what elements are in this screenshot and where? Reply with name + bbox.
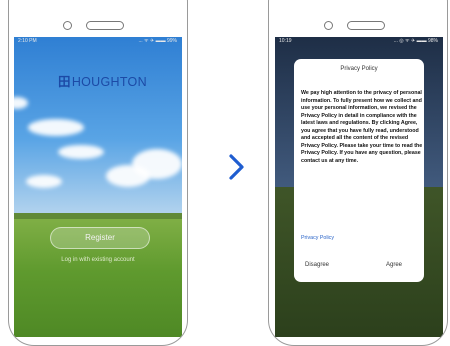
agree-button[interactable]: Agree	[386, 262, 402, 268]
phone-frame-right: 10:19 ... ◎ ᯤ ✈ ▬▬ 98% Privacy Policy We…	[268, 0, 448, 346]
logo-text: HOUGHTON	[71, 75, 147, 89]
earpiece-speaker	[86, 21, 124, 30]
status-time: 10:19	[279, 38, 292, 44]
login-link[interactable]: Log in with existing account	[14, 257, 182, 263]
status-bar: 2:10 PM ... ᯤ ✈ ▬▬ 99%	[14, 37, 182, 46]
privacy-policy-link[interactable]: Privacy Policy	[301, 235, 334, 241]
status-icons: ... ◎ ᯤ ✈ ▬▬ 98%	[393, 38, 438, 44]
privacy-policy-dialog: Privacy Policy We pay high attention to …	[294, 59, 424, 282]
welcome-screen: 2:10 PM ... ᯤ ✈ ▬▬ 99% 田HOUGHTON Registe…	[14, 37, 182, 337]
register-button[interactable]: Register	[50, 227, 150, 249]
cloud	[58, 145, 104, 159]
front-camera	[63, 21, 72, 30]
dialog-title: Privacy Policy	[340, 66, 378, 72]
cloud	[28, 119, 84, 136]
dialog-body-text: We pay high attention to the privacy of …	[301, 90, 423, 164]
logo-mark-icon: 田	[58, 75, 71, 89]
cloud	[106, 165, 150, 187]
front-camera	[324, 21, 333, 30]
phone-frame-left: 2:10 PM ... ᯤ ✈ ▬▬ 99% 田HOUGHTON Registe…	[8, 0, 188, 346]
privacy-screen: 10:19 ... ◎ ᯤ ✈ ▬▬ 98% Privacy Policy We…	[275, 37, 443, 337]
chevron-right-icon	[229, 154, 244, 180]
status-time: 2:10 PM	[18, 38, 37, 44]
status-icons: ... ᯤ ✈ ▬▬ 99%	[138, 38, 178, 44]
brand-logo: 田HOUGHTON	[58, 71, 147, 90]
cloud	[26, 175, 62, 188]
dialog-actions: Disagree Agree	[294, 262, 424, 272]
earpiece-speaker	[347, 21, 385, 30]
status-bar: 10:19 ... ◎ ᯤ ✈ ▬▬ 98%	[275, 37, 443, 46]
disagree-button[interactable]: Disagree	[305, 262, 329, 268]
